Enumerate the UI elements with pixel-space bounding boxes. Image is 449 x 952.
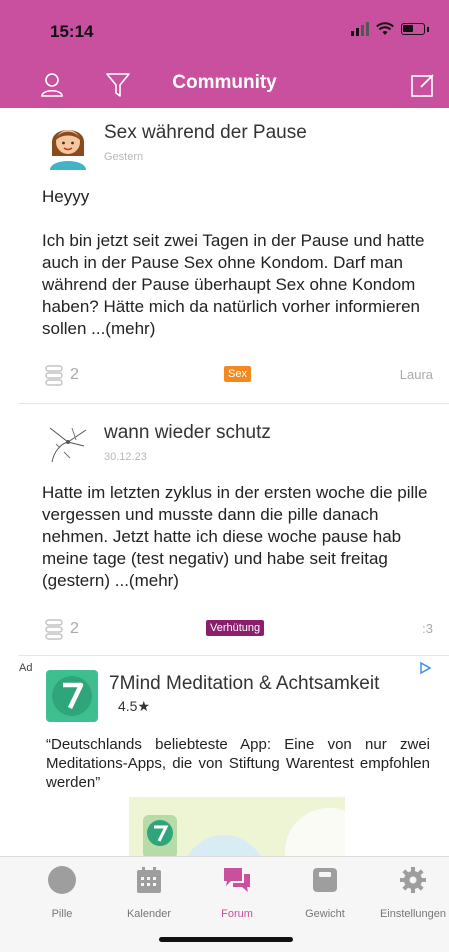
status-icons bbox=[351, 22, 429, 36]
battery-icon bbox=[401, 23, 425, 35]
post-author: Laura bbox=[399, 367, 433, 382]
page-title: Community bbox=[172, 72, 277, 93]
post-footer: 2 Verhütung :3 bbox=[0, 618, 449, 642]
comment-count: 2 bbox=[70, 366, 79, 383]
avatar bbox=[46, 418, 90, 468]
app-logo[interactable] bbox=[46, 670, 98, 722]
tab-label: Einstellungen bbox=[379, 908, 447, 920]
post-author: :3 bbox=[422, 621, 433, 636]
tab-label: Pille bbox=[51, 908, 73, 920]
list-item[interactable]: Sex während der Pause Gestern Heyyy Ich … bbox=[0, 108, 449, 404]
compose-icon[interactable] bbox=[409, 71, 437, 99]
ad-image[interactable] bbox=[129, 797, 345, 859]
tab-label: Gewicht bbox=[305, 908, 345, 920]
post-title[interactable]: wann wieder schutz bbox=[104, 422, 271, 444]
post-date: Gestern bbox=[104, 151, 144, 163]
avatar bbox=[46, 120, 90, 170]
post-body: Hatte im letzten zyklus in der ersten wo… bbox=[42, 483, 428, 590]
comment-count: 2 bbox=[70, 620, 79, 637]
category-tag[interactable]: Verhütung bbox=[206, 620, 265, 636]
gear-icon bbox=[400, 867, 426, 893]
tab-forum[interactable]: Forum bbox=[192, 865, 282, 920]
scale-icon bbox=[313, 868, 337, 892]
tab-label: Forum bbox=[221, 908, 253, 920]
status-bar: 15:14 bbox=[0, 0, 449, 62]
nav-bar: Community bbox=[0, 62, 449, 108]
category-tag[interactable]: Sex bbox=[224, 366, 251, 382]
post-date: 30.12.23 bbox=[104, 451, 147, 463]
adchoices-icon[interactable] bbox=[418, 661, 432, 675]
wifi-icon bbox=[376, 22, 394, 35]
divider bbox=[18, 655, 449, 656]
ad-text: “Deutschlands beliebteste App: Eine von … bbox=[46, 736, 430, 791]
tab-kalender[interactable]: Kalender bbox=[104, 865, 194, 920]
post-title[interactable]: Sex während der Pause bbox=[104, 122, 307, 144]
tab-einstellungen[interactable]: Einstellungen bbox=[368, 865, 449, 920]
ad-rating: 4.5★ bbox=[118, 698, 151, 714]
pill-circle-icon bbox=[48, 866, 76, 894]
cellular-signal-icon bbox=[351, 22, 369, 36]
chat-bubbles-icon bbox=[224, 868, 250, 892]
status-time: 15:14 bbox=[50, 22, 94, 41]
post-greeting: Heyyy bbox=[42, 187, 90, 206]
home-indicator bbox=[159, 937, 293, 942]
ad-label: Ad bbox=[19, 662, 33, 674]
comments-icon bbox=[45, 619, 63, 640]
list-item[interactable]: wann wieder schutz 30.12.23 Hatte im let… bbox=[0, 404, 449, 654]
calendar-icon bbox=[137, 867, 161, 893]
comments-icon bbox=[45, 365, 63, 386]
tab-label: Kalender bbox=[126, 908, 172, 920]
post-footer: 2 Sex Laura bbox=[0, 364, 449, 388]
tab-gewicht[interactable]: Gewicht bbox=[280, 865, 370, 920]
ad-title[interactable]: 7Mind Meditation & Achtsamkeit bbox=[109, 673, 379, 695]
tab-pille[interactable]: Pille bbox=[17, 865, 107, 920]
post-body: Ich bin jetzt seit zwei Tagen in der Pau… bbox=[42, 231, 425, 338]
